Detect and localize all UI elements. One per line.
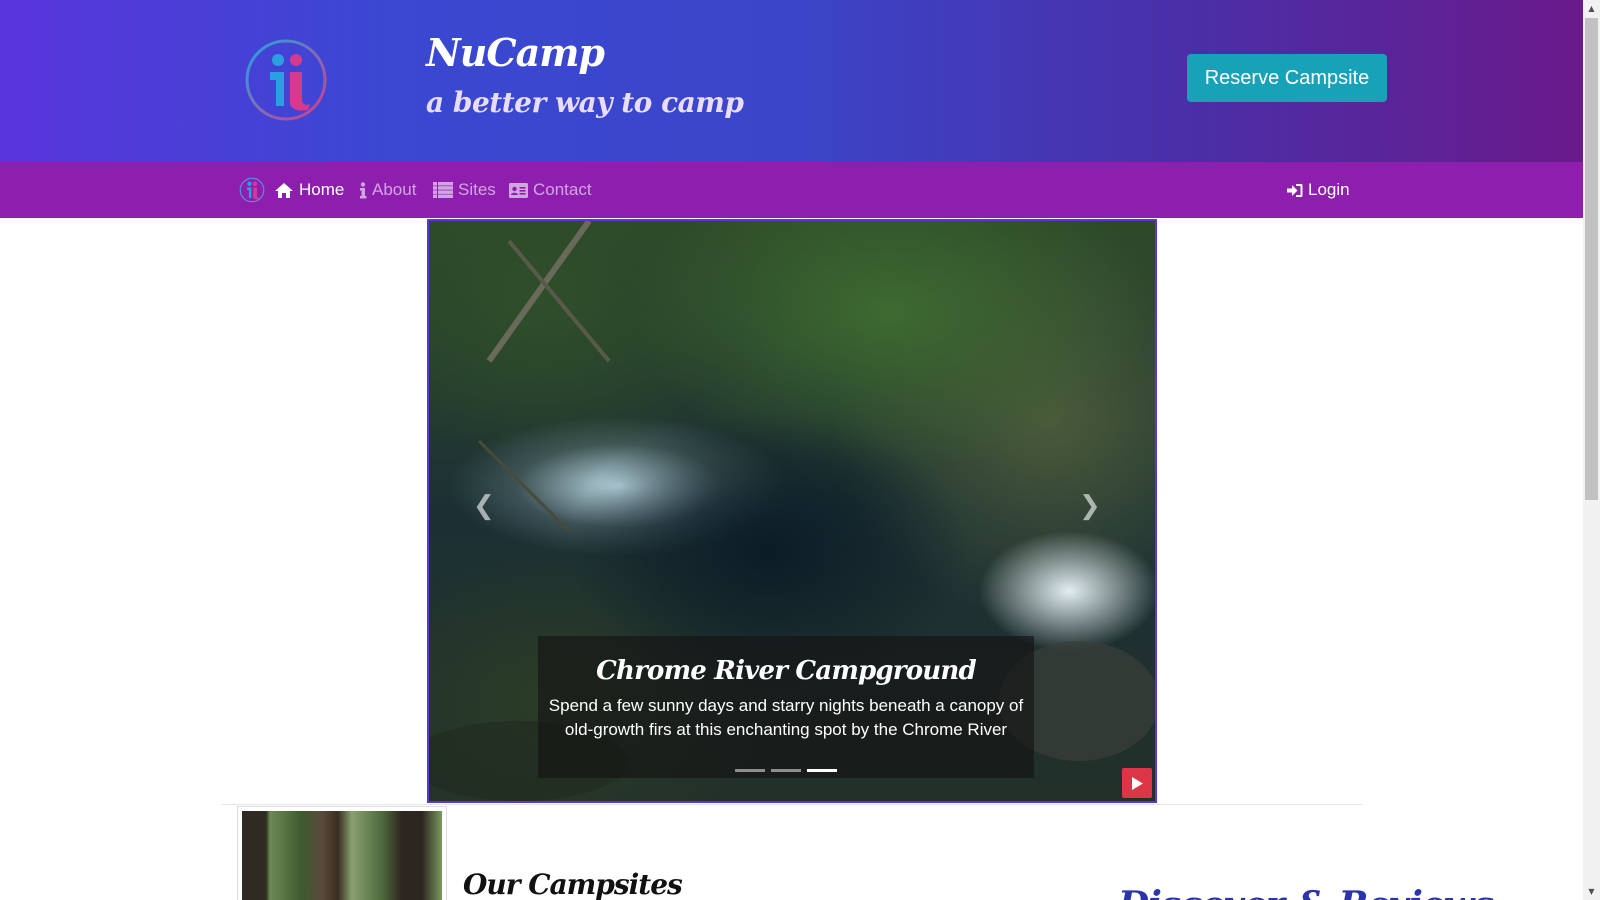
login-label: Login	[1308, 180, 1350, 199]
caption-text: Spend a few sunny days and starry nights…	[548, 696, 1024, 739]
nav-home-label: Home	[299, 180, 345, 199]
nav-sites-label: Sites	[458, 180, 496, 199]
carousel-play-button[interactable]	[1122, 768, 1152, 798]
site-tagline: a better way to camp	[426, 86, 744, 119]
nav-about-label: About	[372, 180, 417, 199]
campsite-thumbnail	[237, 806, 447, 900]
campsite-thumbnail-image	[242, 811, 442, 900]
section-title-right: Discover & Reviews	[1118, 884, 1494, 900]
main-navbar: Home About Sites Contact Login	[0, 162, 1583, 218]
carousel-prev-button[interactable]: ❮	[473, 491, 495, 521]
info-icon	[360, 181, 367, 198]
caption-title: Chrome River Campground	[596, 656, 976, 686]
site-header: NuCamp a better way to camp Reserve Camp…	[0, 0, 1583, 162]
carousel-caption: Chrome River Campground Spend a few sunn…	[538, 636, 1034, 778]
nav-contact[interactable]: Contact	[509, 162, 592, 218]
carousel-indicator-2[interactable]	[771, 769, 801, 772]
nav-home[interactable]: Home	[274, 162, 344, 218]
chevron-right-icon: ❯	[1079, 491, 1101, 521]
nav-sites[interactable]: Sites	[433, 162, 496, 218]
site-title: NuCamp	[426, 30, 605, 75]
list-icon	[433, 182, 453, 198]
sign-in-icon	[1287, 183, 1303, 197]
nav-contact-label: Contact	[533, 180, 592, 199]
section-divider	[222, 804, 1362, 805]
login-button[interactable]: Login	[1287, 162, 1350, 218]
play-icon	[1132, 776, 1143, 790]
scrollbar-thumb[interactable]	[1585, 18, 1598, 500]
section-title: Our Campsites	[463, 868, 683, 900]
nucamp-logo	[245, 39, 327, 121]
scroll-down-arrow-icon[interactable]: ▼	[1583, 883, 1600, 900]
nav-logo-icon[interactable]	[239, 177, 265, 203]
carousel-next-button[interactable]: ❯	[1079, 491, 1101, 521]
home-icon	[275, 182, 293, 198]
reserve-campsite-button[interactable]: Reserve Campsite	[1187, 54, 1387, 102]
carousel-indicator-1[interactable]	[735, 769, 765, 772]
page-scrollbar[interactable]: ▲ ▼	[1583, 0, 1600, 900]
nav-about[interactable]: About	[359, 162, 416, 218]
scroll-up-arrow-icon[interactable]: ▲	[1583, 0, 1600, 17]
carousel-indicator-3[interactable]	[807, 769, 837, 772]
chevron-left-icon: ❮	[473, 491, 495, 521]
address-card-icon	[509, 182, 528, 198]
carousel-indicators	[538, 769, 1034, 772]
campsite-carousel[interactable]: ❮ ❯ Chrome River Campground Spend a few …	[427, 219, 1157, 803]
